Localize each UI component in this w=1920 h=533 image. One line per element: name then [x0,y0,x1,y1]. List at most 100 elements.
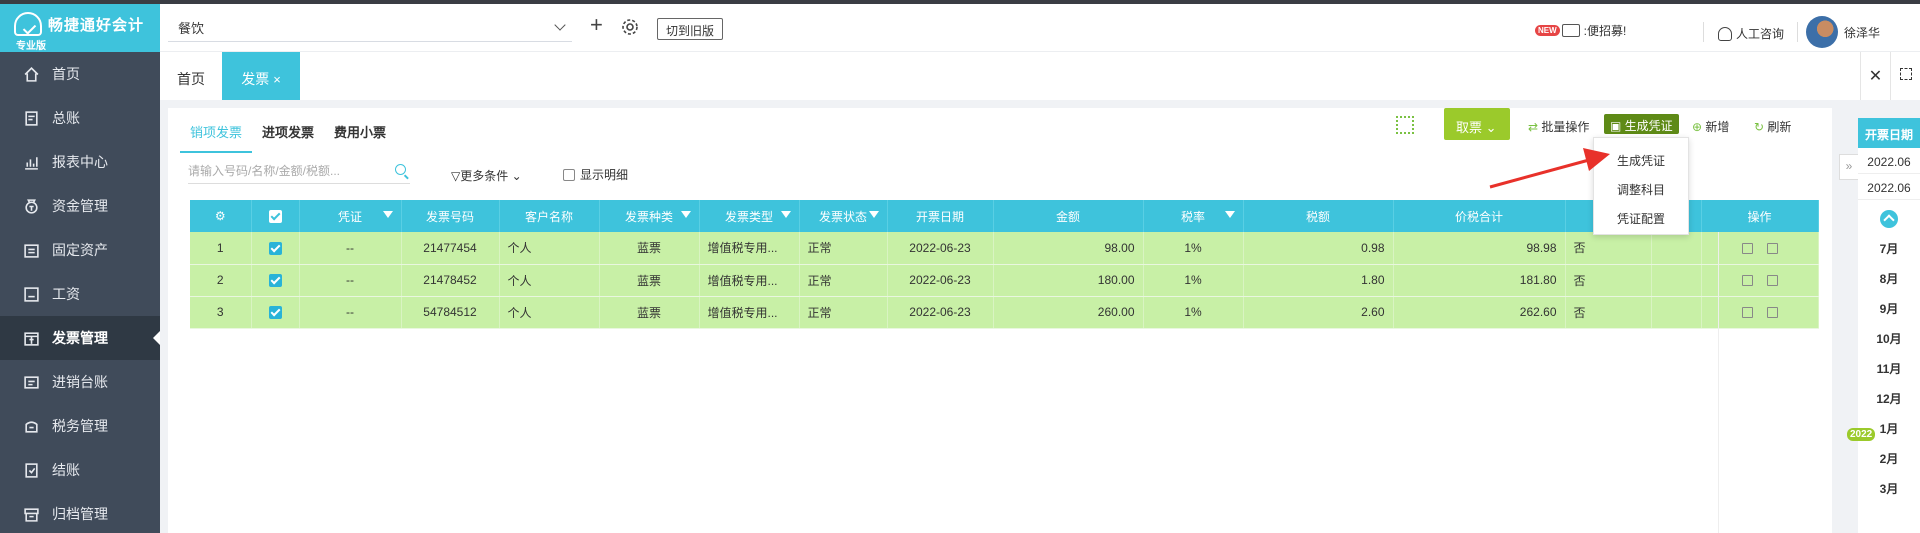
filter-icon[interactable] [868,211,879,218]
menu-item-voucher-config[interactable]: 凭证配置 [1594,202,1688,231]
search-input[interactable] [188,164,378,178]
table-row[interactable]: 3 -- 54784512 个人 蓝票 增值税专用... 正常 2022-06-… [190,296,1819,329]
sidebar-item-ledger[interactable]: 总账 [0,96,160,140]
stock-icon [22,373,40,391]
date-range-end[interactable]: 2022.06 [1858,174,1920,200]
table-row[interactable]: 2 -- 21478452 个人 蓝票 增值税专用... 正常 2022-06-… [190,264,1819,297]
cell-total: 181.80 [1393,264,1566,297]
sidebar-item-salary[interactable]: 工资 [0,272,160,316]
sidebar-item-tax[interactable]: 税务管理 [0,404,160,448]
close-tab-icon[interactable]: × [273,72,281,87]
more-conditions-button[interactable]: ▽更多条件 ⌄ [451,167,522,184]
month-item[interactable]: 11月 [1858,352,1920,382]
column-settings[interactable]: ⚙ [190,200,252,232]
filter-icon: ▽ [451,169,461,183]
tab-home[interactable]: 首页 [160,52,222,100]
month-item[interactable]: 7月 [1858,232,1920,262]
sidebar-item-assets[interactable]: 固定资产 [0,228,160,272]
date-panel-header: 开票日期 [1858,118,1920,148]
column-header[interactable]: 税率 [1143,200,1244,232]
sidebar-item-invoice[interactable]: 发票管理 [0,316,160,360]
select-all-checkbox[interactable] [251,200,300,232]
column-label: 发票种类 [624,209,673,224]
refresh-label: 刷新 [1767,120,1792,134]
sidebar-item-funds[interactable]: 资金管理 [0,184,160,228]
cell-tax-amount: 1.80 [1243,264,1394,297]
sidebar-item-reports[interactable]: 报表中心 [0,140,160,184]
sidebar-item-stock[interactable]: 进销台账 [0,360,160,404]
gear-icon[interactable] [621,18,639,36]
qr-code-icon[interactable] [1396,116,1414,134]
batch-operation-button[interactable]: ⇄ 批量操作 [1528,118,1589,135]
add-icon[interactable]: + [590,14,603,36]
column-header[interactable]: 发票种类 [599,200,700,232]
row-checkbox[interactable] [251,296,300,329]
table-row[interactable]: 1 -- 21477454 个人 蓝票 增值税专用... 正常 2022-06-… [190,232,1819,265]
filter-icon[interactable] [780,211,791,218]
header-divider [1797,22,1798,42]
column-header[interactable]: 凭证 [299,200,402,232]
date-range-start[interactable]: 2022.06 [1858,148,1920,174]
row-checkbox[interactable] [251,232,300,265]
generate-voucher-button[interactable]: ▣ 生成凭证 [1604,114,1679,134]
tab-purchase-invoice[interactable]: 进项发票 [252,110,324,153]
refresh-icon: ↻ [1754,120,1768,134]
new-badge: NEW [1535,25,1560,36]
sidebar-item-archive[interactable]: 归档管理 [0,492,160,533]
generate-voucher-label: 生成凭证 [1624,119,1673,133]
column-header[interactable]: 发票状态 [799,200,888,232]
cell-tax-bureau: 否 [1565,232,1652,265]
column-header[interactable]: 发票类型 [699,200,800,232]
refresh-button[interactable]: ↻ 刷新 [1754,118,1791,135]
app-logo[interactable]: 畅捷通好会计 专业版 [0,4,160,52]
tab-invoice[interactable]: 发票 × [222,52,300,100]
add-invoice-button[interactable]: ⊕ 新增 [1692,118,1729,135]
close-all-tabs-button[interactable]: ✕ [1860,52,1890,100]
sidebar-item-closing[interactable]: 结账 [0,448,160,492]
menu-item-adjust-account[interactable]: 调整科目 [1594,173,1688,202]
cell-total: 262.60 [1393,296,1566,329]
support-link[interactable]: 人工咨询 [1718,25,1784,42]
row-index: 3 [190,296,252,329]
filter-icon[interactable] [382,211,393,218]
cell-tax-bureau: 否 [1565,264,1652,297]
switch-old-version-button[interactable]: 切到旧版 [657,18,724,40]
checkbox-checked-icon [268,210,282,224]
edition-label: 专业版 [16,41,46,52]
month-item[interactable]: 10月 [1858,322,1920,352]
search-icon[interactable] [395,164,406,175]
month-item[interactable]: 9月 [1858,292,1920,322]
industry-select[interactable]: 餐饮 [168,12,572,42]
expand-panel-button[interactable]: » [1839,154,1859,180]
tab-expense-receipt[interactable]: 费用小票 [324,110,396,153]
column-header: 发票号码 [401,200,500,232]
get-invoice-label: 取票 [1456,120,1483,135]
show-detail-toggle[interactable]: 显示明细 [563,166,628,183]
menu-item-generate-voucher[interactable]: 生成凭证 [1594,144,1688,173]
tab-sales-invoice[interactable]: 销项发票 [180,110,253,153]
voucher-icon: ▣ [1610,119,1625,133]
row-index: 2 [190,264,252,297]
cell-total: 98.98 [1393,232,1566,265]
month-item[interactable]: 12月 [1858,382,1920,412]
get-invoice-button[interactable]: 取票 ⌄ [1444,108,1510,140]
filter-icon[interactable] [680,211,691,218]
sidebar-item-label: 固定资产 [52,242,108,258]
row-checkbox[interactable] [251,264,300,297]
cell-remark [1651,232,1702,265]
batch-label: 批量操作 [1541,120,1590,134]
fullscreen-button[interactable] [1890,52,1920,100]
user-menu[interactable]: 徐泽华 [1806,16,1880,48]
sidebar-item-label: 资金管理 [52,198,108,214]
sidebar: 畅捷通好会计 专业版 首页 总账 报表中心 资金管理 固定资产 工资 发票管理 … [0,4,160,533]
cell-invoice-number: 54784512 [401,296,500,329]
filter-icon[interactable] [1224,211,1235,218]
month-item[interactable]: 8月 [1858,262,1920,292]
scroll-up-icon[interactable] [1880,210,1898,228]
show-detail-checkbox[interactable] [563,168,575,181]
month-item[interactable]: 3月 [1858,472,1920,502]
tab-label: 首页 [177,71,205,87]
promo-link[interactable]: NEW :便招募! [1535,22,1626,39]
month-item[interactable]: 2月 [1858,442,1920,472]
sidebar-item-home[interactable]: 首页 [0,52,160,96]
